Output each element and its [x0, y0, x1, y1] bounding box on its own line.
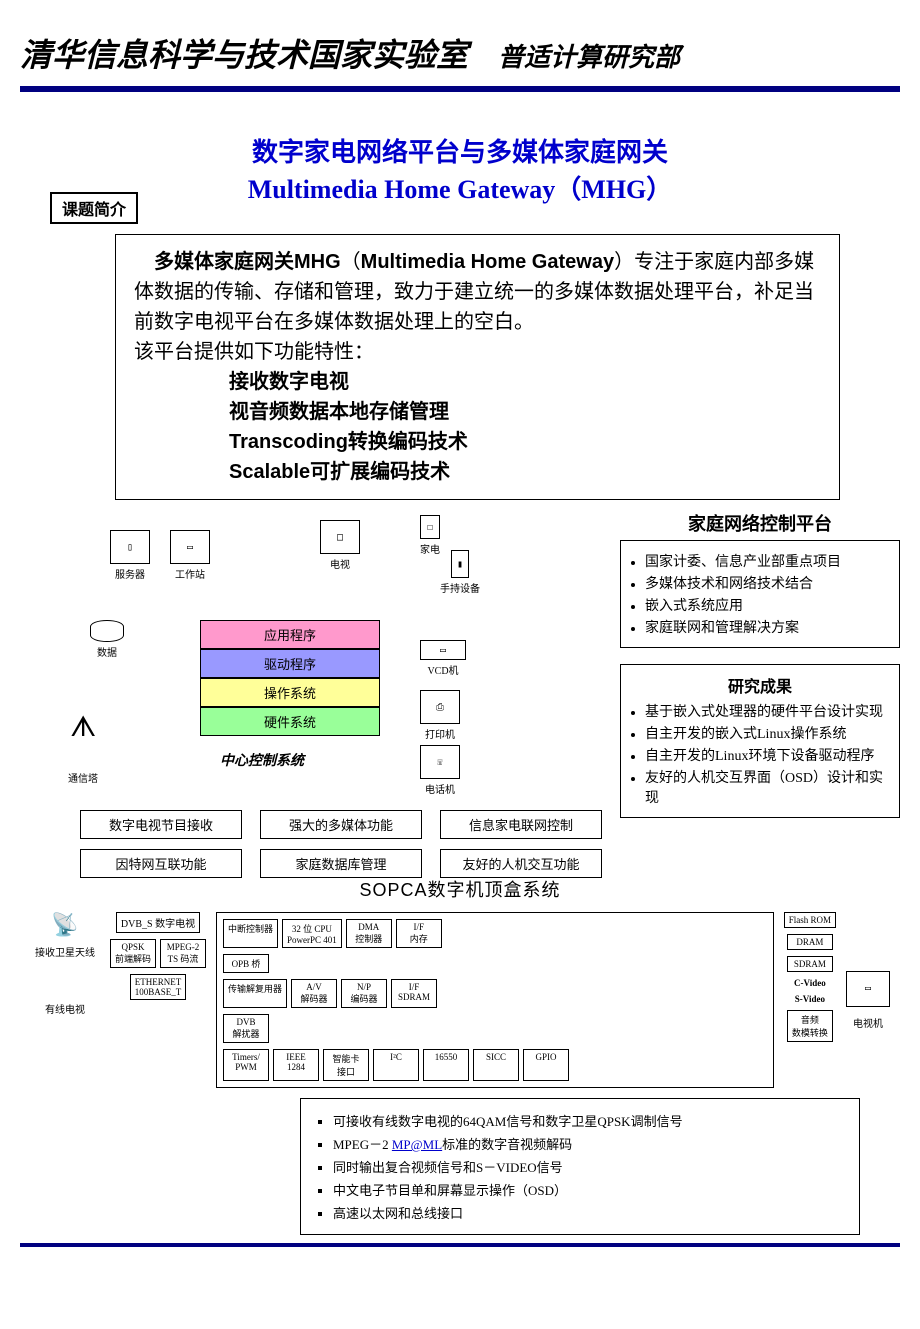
- sopca-diagram: 📡 接收卫星天线 有线电视 DVB_S 数字电视 QPSK 前端解码 MPEG-…: [20, 912, 900, 1088]
- layer-hw: 硬件系统: [200, 707, 380, 736]
- layer-app: 应用程序: [200, 620, 380, 649]
- research-b2: 自主开发的Linux环境下设备驱动程序: [645, 745, 889, 765]
- feat-5: 友好的人机交互功能: [440, 849, 602, 878]
- section-label: 课题简介: [50, 192, 138, 224]
- bf-0: 可接收有线数字电视的64QAM信号和数字卫星QPSK调制信号: [333, 1111, 843, 1130]
- header-rule: [20, 86, 900, 92]
- home-net-b3: 家庭联网和管理解决方案: [645, 617, 889, 637]
- blk-opb: OPB 桥: [223, 954, 269, 973]
- feat-4: 家庭数据库管理: [260, 849, 422, 878]
- feature-0: 接收数字电视: [229, 367, 821, 397]
- blk-np: N/P 编码器: [341, 979, 387, 1008]
- dev-db: 数据: [97, 648, 117, 659]
- blk-sdram: SDRAM: [787, 956, 833, 972]
- dish-label: 接收卫星天线: [35, 944, 95, 959]
- bus-5: SICC: [473, 1049, 519, 1081]
- home-net-b0: 国家计委、信息产业部重点项目: [645, 551, 889, 571]
- bf-2: 同时输出复合视频信号和S－VIDEO信号: [333, 1157, 843, 1176]
- blk-dram: DRAM: [787, 934, 833, 950]
- center-control-label: 中心控制系统: [220, 750, 304, 770]
- blk-dvb: DVB 解扰器: [223, 1014, 269, 1043]
- home-net-b2: 嵌入式系统应用: [645, 595, 889, 615]
- home-net-title: 家庭网络控制平台: [620, 510, 900, 536]
- home-gateway-diagram: ▯服务器 ▭工作站 数据 □电视 ☐家电 ▮手持设备 ▭VCD机 ⎙打印机 ☏电…: [20, 510, 612, 870]
- intro-bold-en: （Multimedia Home Gateway）: [341, 251, 634, 273]
- intro-box: 多媒体家庭网关MHG（Multimedia Home Gateway）专注于家庭…: [115, 234, 840, 500]
- lbl-cvideo: C-Video: [794, 978, 826, 988]
- blk-demux: 传输解复用器: [223, 979, 287, 1008]
- footer-rule: [20, 1243, 900, 1247]
- bf-4: 高速以太网和总线接口: [333, 1203, 843, 1222]
- blk-dac: 音频 数模转换: [787, 1010, 833, 1042]
- comm-tower-icon: ᗑ: [70, 710, 96, 744]
- software-stack: 应用程序 驱动程序 操作系统 硬件系统: [200, 620, 380, 736]
- blk-eth: ETHERNET 100BASE_T: [130, 974, 187, 1000]
- blk-ifmem: I/F 内存: [396, 919, 442, 948]
- blk-ifsd: I/F SDRAM: [391, 979, 437, 1008]
- feature-2: Transcoding转换编码技术: [229, 427, 821, 457]
- cable-label: 有线电视: [45, 1001, 85, 1016]
- lab-title: 清华信息科学与技术国家实验室: [20, 30, 468, 76]
- layer-driver: 驱动程序: [200, 649, 380, 678]
- research-box: 研究成果 基于嵌入式处理器的硬件平台设计实现 自主开发的嵌入式Linux操作系统…: [620, 664, 900, 818]
- feature-1: 视音频数据本地存储管理: [229, 397, 821, 427]
- research-b3: 友好的人机交互界面（OSD）设计和实现: [645, 767, 889, 807]
- dev-printer: 打印机: [425, 730, 455, 741]
- blk-cpu: 32 位 CPU PowerPC 401: [282, 919, 342, 948]
- bf-3: 中文电子节目单和屏幕显示操作（OSD）: [333, 1180, 843, 1199]
- intro-bold-cn: 多媒体家庭网关MHG: [154, 251, 341, 273]
- feat-3: 因特网互联功能: [80, 849, 242, 878]
- bus-2: 智能卡 接口: [323, 1049, 369, 1081]
- dev-vcd: VCD机: [427, 666, 458, 677]
- feat-2: 信息家电联网控制: [440, 810, 602, 839]
- main-title-cn: 数字家电网络平台与多媒体家庭网关: [20, 132, 900, 169]
- feat-0: 数字电视节目接收: [80, 810, 242, 839]
- dev-tower: 通信塔: [68, 774, 98, 785]
- research-b0: 基于嵌入式处理器的硬件平台设计实现: [645, 701, 889, 721]
- blk-intc: 中断控制器: [223, 919, 278, 948]
- research-b1: 自主开发的嵌入式Linux操作系统: [645, 723, 889, 743]
- blk-flash: Flash ROM: [784, 912, 836, 928]
- dev-server: 服务器: [115, 570, 145, 581]
- mpml-link[interactable]: MP@ML: [392, 1137, 442, 1152]
- bus-3: I²C: [373, 1049, 419, 1081]
- dev-handheld: 手持设备: [440, 584, 480, 595]
- home-net-box: 国家计委、信息产业部重点项目 多媒体技术和网络技术结合 嵌入式系统应用 家庭联网…: [620, 540, 900, 648]
- layer-os: 操作系统: [200, 678, 380, 707]
- blk-qpsk: QPSK 前端解码: [110, 939, 156, 968]
- blk-av: A/V 解码器: [291, 979, 337, 1008]
- bus-1: IEEE 1284: [273, 1049, 319, 1081]
- blk-dma: DMA 控制器: [346, 919, 392, 948]
- home-net-b1: 多媒体技术和网络技术结合: [645, 573, 889, 593]
- bus-0: Timers/ PWM: [223, 1049, 269, 1081]
- dev-phone: 电话机: [425, 785, 455, 796]
- feat-1: 强大的多媒体功能: [260, 810, 422, 839]
- tv-label: 电视机: [853, 1015, 883, 1030]
- dept-title: 普适计算研究部: [498, 37, 680, 74]
- intro-p2: 该平台提供如下功能特性：: [134, 337, 821, 367]
- feature-3: Scalable可扩展编码技术: [229, 457, 821, 487]
- blk-dvbs: DVB_S 数字电视: [116, 912, 200, 933]
- dev-tv: 电视: [330, 560, 350, 571]
- bus-4: 16550: [423, 1049, 469, 1081]
- sopca-features: 可接收有线数字电视的64QAM信号和数字卫星QPSK调制信号 MPEG－2 MP…: [300, 1098, 860, 1235]
- lbl-svideo: S-Video: [795, 994, 825, 1004]
- dev-appliance: 家电: [420, 545, 440, 556]
- bus-6: GPIO: [523, 1049, 569, 1081]
- research-title: 研究成果: [631, 673, 889, 697]
- bf-1: MPEG－2 MP@ML标准的数字音视频解码: [333, 1134, 843, 1153]
- blk-mpeg2: MPEG-2 TS 码流: [160, 939, 206, 968]
- dev-workstation: 工作站: [175, 570, 205, 581]
